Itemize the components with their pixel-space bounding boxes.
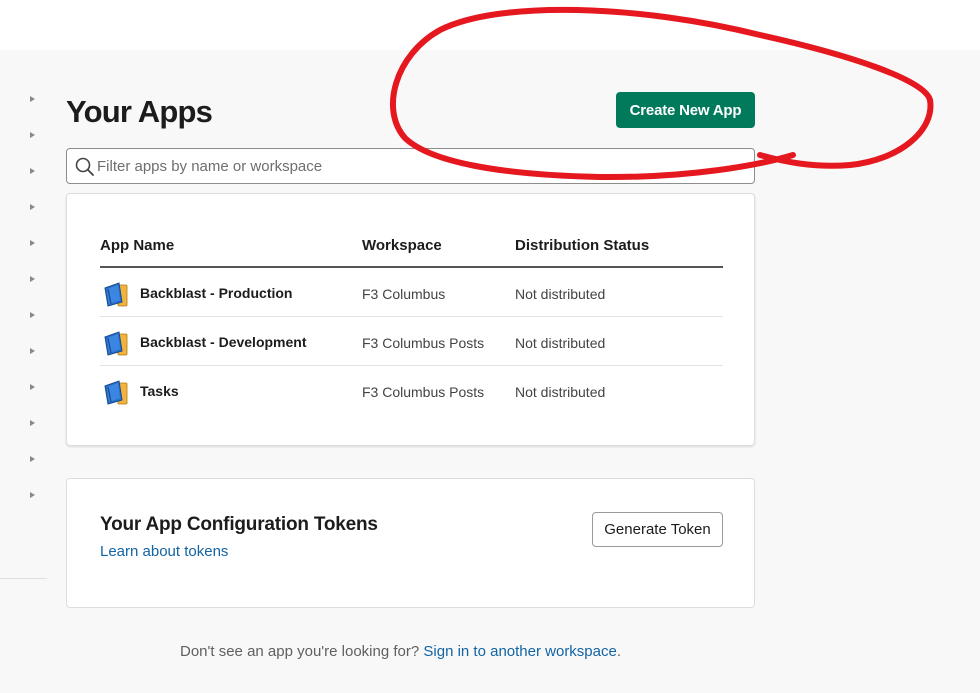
sidebar-caret-right-icon[interactable] bbox=[30, 492, 35, 498]
distribution-status-cell: Not distributed bbox=[515, 335, 606, 351]
workspace-cell: F3 Columbus Posts bbox=[362, 384, 485, 400]
page-title: Your Apps bbox=[66, 94, 213, 129]
config-tokens-card: Your App Configuration Tokens Learn abou… bbox=[66, 478, 755, 608]
sign-in-another-workspace-link[interactable]: Sign in to another workspace bbox=[423, 643, 616, 660]
table-row[interactable]: Backblast - Development F3 Columbus Post… bbox=[100, 317, 723, 366]
column-header-app-name[interactable]: App Name bbox=[100, 237, 174, 254]
app-name-link[interactable]: Backblast - Development bbox=[140, 334, 307, 350]
app-name-link[interactable]: Backblast - Production bbox=[140, 285, 292, 301]
table-row[interactable]: Tasks F3 Columbus Posts Not distributed bbox=[100, 366, 723, 415]
sidebar-caret-right-icon[interactable] bbox=[30, 204, 35, 210]
footer-text: Don't see an app you're looking for? bbox=[180, 643, 420, 660]
search-field[interactable] bbox=[66, 148, 755, 184]
sidebar-caret-right-icon[interactable] bbox=[30, 96, 35, 102]
sidebar-caret-right-icon[interactable] bbox=[30, 132, 35, 138]
apps-table-card: App Name Workspace Distribution Status B… bbox=[66, 193, 755, 446]
sidebar-caret-right-icon[interactable] bbox=[30, 348, 35, 354]
app-book-icon bbox=[104, 380, 128, 405]
create-new-app-button[interactable]: Create New App bbox=[616, 92, 755, 128]
generate-token-button[interactable]: Generate Token bbox=[592, 512, 723, 547]
table-row[interactable]: Backblast - Production F3 Columbus Not d… bbox=[100, 268, 723, 317]
sidebar-caret-right-icon[interactable] bbox=[30, 384, 35, 390]
app-book-icon bbox=[104, 282, 128, 307]
sidebar-caret-right-icon[interactable] bbox=[30, 456, 35, 462]
search-input[interactable] bbox=[97, 149, 747, 183]
column-header-distribution-status[interactable]: Distribution Status bbox=[515, 237, 649, 254]
workspace-cell: F3 Columbus bbox=[362, 286, 446, 302]
learn-about-tokens-link[interactable]: Learn about tokens bbox=[100, 543, 228, 560]
sidebar-caret-right-icon[interactable] bbox=[30, 168, 35, 174]
search-icon bbox=[75, 157, 94, 176]
sidebar-caret-right-icon[interactable] bbox=[30, 276, 35, 282]
workspace-cell: F3 Columbus Posts bbox=[362, 335, 485, 351]
app-name-link[interactable]: Tasks bbox=[140, 383, 179, 399]
top-bar bbox=[0, 0, 980, 50]
tokens-title: Your App Configuration Tokens bbox=[100, 514, 378, 535]
sidebar-divider bbox=[0, 578, 47, 579]
distribution-status-cell: Not distributed bbox=[515, 286, 606, 302]
distribution-status-cell: Not distributed bbox=[515, 384, 606, 400]
footer-note: Don't see an app you're looking for? Sig… bbox=[180, 643, 621, 660]
sidebar-caret-right-icon[interactable] bbox=[30, 240, 35, 246]
column-header-workspace[interactable]: Workspace bbox=[362, 237, 442, 254]
app-book-icon bbox=[104, 331, 128, 356]
sidebar-caret-right-icon[interactable] bbox=[30, 420, 35, 426]
footer-period: . bbox=[616, 643, 622, 660]
sidebar-caret-right-icon[interactable] bbox=[30, 312, 35, 318]
